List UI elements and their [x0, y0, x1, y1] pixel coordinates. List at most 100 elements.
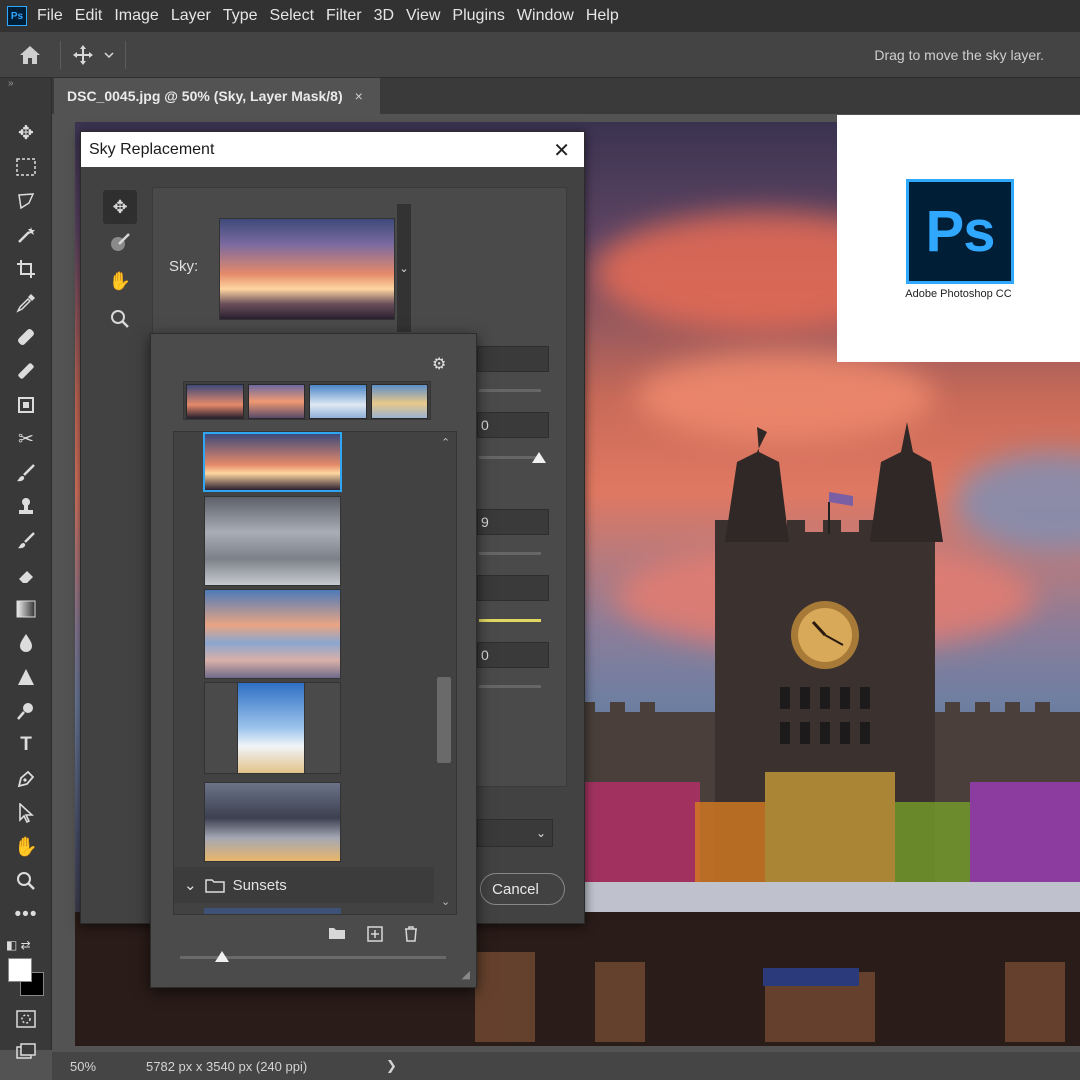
- slider-knob[interactable]: [532, 452, 546, 463]
- menu-plugins[interactable]: Plugins: [452, 7, 513, 25]
- chevron-right-icon[interactable]: ❯: [386, 1058, 397, 1074]
- dialog-titlebar[interactable]: Sky Replacement ✕: [81, 132, 584, 167]
- recent-sky-thumbnail[interactable]: [309, 384, 367, 419]
- temperature-slider[interactable]: [479, 619, 541, 622]
- menu-select[interactable]: Select: [270, 7, 323, 25]
- swap-colors-icon[interactable]: ◧ ⇄: [6, 930, 40, 960]
- scroll-down-icon[interactable]: ⌄: [441, 895, 450, 908]
- menu-help[interactable]: Help: [586, 7, 628, 25]
- document-info: 5782 px x 3540 px (240 ppi): [146, 1058, 308, 1074]
- gradient-tool-icon[interactable]: [10, 594, 42, 624]
- menu-edit[interactable]: Edit: [75, 7, 112, 25]
- more-tools-icon[interactable]: •••: [10, 900, 42, 930]
- delete-sky-button[interactable]: [404, 926, 418, 947]
- content-aware-tool-icon[interactable]: [10, 390, 42, 420]
- zoom-level-field[interactable]: 50%: [52, 1059, 116, 1074]
- sky-preset-thumbnail[interactable]: [204, 496, 341, 586]
- menu-filter[interactable]: Filter: [326, 7, 371, 25]
- menu-window[interactable]: Window: [517, 7, 583, 25]
- history-brush-tool-icon[interactable]: [10, 526, 42, 556]
- menu-view[interactable]: View: [406, 7, 449, 25]
- hand-icon[interactable]: ✋: [103, 264, 137, 298]
- zoom-tool-icon[interactable]: [10, 866, 42, 896]
- gear-icon[interactable]: ⚙: [432, 354, 446, 374]
- menu-file[interactable]: File: [37, 7, 72, 25]
- home-button[interactable]: [0, 32, 60, 78]
- eraser-tool-icon[interactable]: [10, 560, 42, 590]
- brush-tool-icon[interactable]: [10, 458, 42, 488]
- menu-3d[interactable]: 3D: [374, 7, 403, 25]
- scale-field[interactable]: 0: [477, 642, 549, 668]
- lasso-tool-icon[interactable]: [10, 186, 42, 216]
- dodge-tool-icon[interactable]: [10, 696, 42, 726]
- transform-tool-icon[interactable]: ✂: [10, 424, 42, 454]
- tools-panel: » ✥ ✂ T ✋ ••• ◧ ⇄: [0, 78, 52, 1059]
- output-select[interactable]: ⌄: [477, 819, 553, 847]
- menu-type[interactable]: Type: [223, 7, 267, 25]
- document-tab-bar: DSC_0045.jpg @ 50% (Sky, Layer Mask/8) ×: [52, 78, 1080, 114]
- home-icon: [20, 45, 40, 64]
- spot-healing-tool-icon[interactable]: [10, 322, 42, 352]
- recent-sky-thumbnail[interactable]: [186, 384, 244, 419]
- sky-preset-list[interactable]: ⌄ Sunsets ⌃ ⌄: [173, 431, 457, 915]
- setting-field[interactable]: [477, 346, 549, 372]
- chevron-down-icon[interactable]: ⌄: [184, 876, 197, 894]
- close-icon[interactable]: ✕: [553, 138, 570, 163]
- color-swatches[interactable]: [6, 958, 46, 998]
- eyedropper-tool-icon[interactable]: [10, 288, 42, 318]
- scale-slider[interactable]: [479, 685, 541, 688]
- sky-preset-thumbnail[interactable]: [204, 589, 341, 679]
- path-selection-tool-icon[interactable]: [10, 798, 42, 828]
- sky-move-tool-icon[interactable]: ✥: [103, 190, 137, 224]
- menu-layer[interactable]: Layer: [171, 7, 220, 25]
- sky-preset-popup: ⚙ ⌄ Sunsets ⌃ ⌄ ◢: [150, 333, 477, 988]
- menu-bar: Ps File Edit Image Layer Type Select Fil…: [0, 0, 1080, 32]
- type-tool-icon[interactable]: T: [10, 730, 42, 760]
- clone-stamp-tool-icon[interactable]: [10, 492, 42, 522]
- selected-sky-thumbnail[interactable]: [219, 218, 395, 320]
- shift-edge-field[interactable]: 0: [477, 412, 549, 438]
- scroll-up-icon[interactable]: ⌃: [441, 436, 450, 449]
- sky-preset-thumbnail[interactable]: [203, 432, 342, 492]
- sky-preset-thumbnail[interactable]: [204, 908, 341, 914]
- sky-preset-thumbnail[interactable]: [237, 682, 305, 774]
- brightness-field[interactable]: 9: [477, 509, 549, 535]
- magic-wand-tool-icon[interactable]: [10, 220, 42, 250]
- zoom-icon[interactable]: [103, 302, 137, 336]
- sky-brush-tool-icon[interactable]: [103, 226, 137, 260]
- slider-knob[interactable]: [215, 951, 229, 962]
- setting-slider[interactable]: [479, 389, 541, 392]
- screen-mode-icon[interactable]: [10, 1036, 42, 1066]
- scrollbar-thumb[interactable]: [437, 677, 451, 763]
- foreground-color-swatch[interactable]: [8, 958, 32, 982]
- close-icon[interactable]: ×: [355, 88, 363, 104]
- sky-label: Sky:: [169, 258, 199, 275]
- recent-sky-thumbnail[interactable]: [370, 384, 428, 419]
- pen-tool-icon[interactable]: [10, 764, 42, 794]
- panel-collapse-icon[interactable]: »: [0, 78, 51, 92]
- folder-icon: [329, 928, 345, 939]
- menu-image[interactable]: Image: [114, 7, 167, 25]
- temperature-field[interactable]: [477, 575, 549, 601]
- sky-preset-thumbnail[interactable]: [204, 782, 341, 862]
- brightness-slider[interactable]: [479, 552, 541, 555]
- document-tab[interactable]: DSC_0045.jpg @ 50% (Sky, Layer Mask/8) ×: [54, 78, 380, 114]
- recent-skies-row: [183, 381, 431, 420]
- new-folder-button[interactable]: [328, 926, 346, 945]
- cancel-button[interactable]: Cancel: [480, 873, 565, 905]
- chevron-down-icon[interactable]: ⌄: [397, 204, 411, 332]
- new-sky-button[interactable]: [367, 926, 383, 947]
- move-tool-preset-picker[interactable]: [61, 32, 125, 78]
- quick-mask-icon[interactable]: [10, 1004, 42, 1034]
- recent-sky-thumbnail[interactable]: [247, 384, 305, 419]
- hand-tool-icon[interactable]: ✋: [10, 832, 42, 862]
- photoshop-app-icon[interactable]: Ps: [7, 6, 27, 26]
- brush-healing-tool-icon[interactable]: [10, 356, 42, 386]
- move-tool-icon[interactable]: ✥: [10, 118, 42, 148]
- sky-folder-sunsets[interactable]: ⌄ Sunsets: [174, 867, 434, 903]
- crop-tool-icon[interactable]: [10, 254, 42, 284]
- sharpen-tool-icon[interactable]: [10, 662, 42, 692]
- resize-grip-icon[interactable]: ◢: [462, 968, 470, 981]
- blur-tool-icon[interactable]: [10, 628, 42, 658]
- marquee-tool-icon[interactable]: [10, 152, 42, 182]
